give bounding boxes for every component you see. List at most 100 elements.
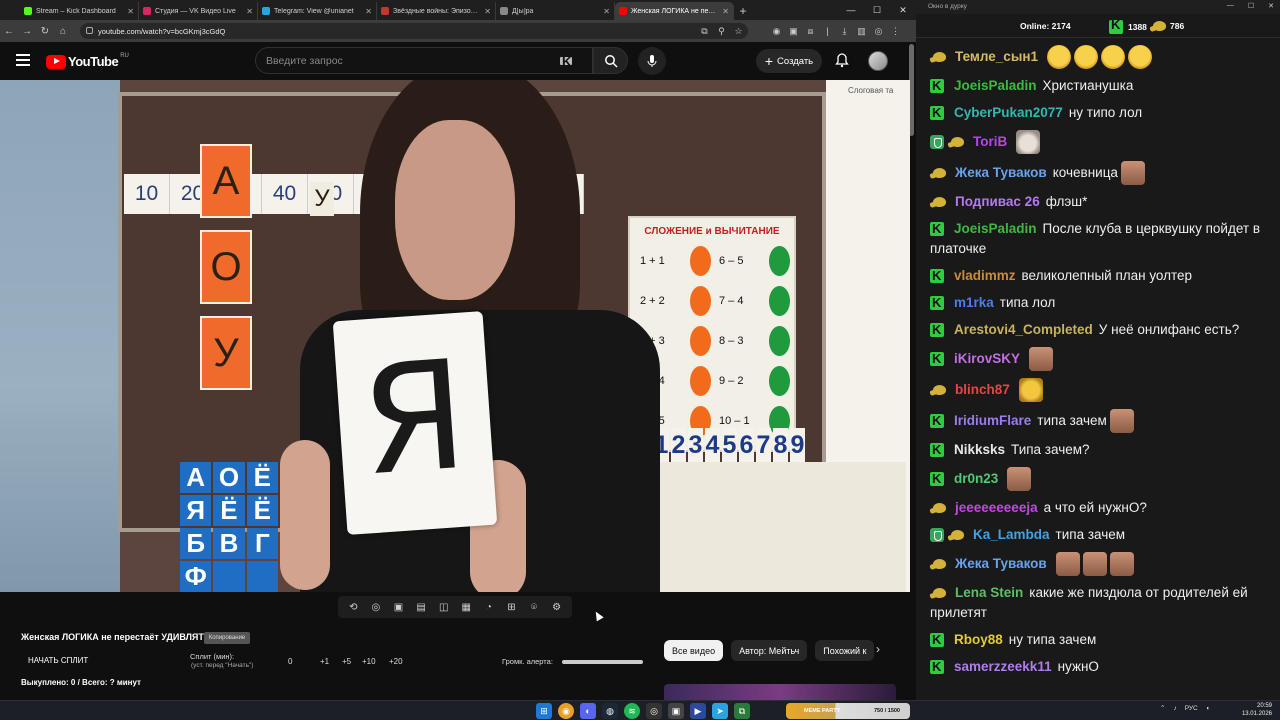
chat-message[interactable]: Жека Туваков — [926, 549, 1276, 580]
discord-icon[interactable]: ◐ — [580, 703, 596, 719]
keyboard-icon[interactable] — [560, 54, 572, 69]
media-player-icon[interactable]: ▶ — [690, 703, 706, 719]
chat-message[interactable]: Подпивас 26 флэш* — [926, 189, 1276, 216]
chat-username[interactable]: m1rka — [954, 293, 994, 313]
language-indicator[interactable]: РУС — [1185, 705, 1198, 712]
add-icon[interactable]: ⊞ — [503, 602, 519, 613]
chat-username[interactable]: blinch87 — [955, 380, 1010, 400]
chat-username[interactable]: JoeisPaladin — [954, 76, 1037, 96]
zoom-icon[interactable]: ⚲ — [713, 26, 730, 37]
search-button[interactable] — [593, 47, 628, 74]
telegram-icon[interactable]: ➤ — [712, 703, 728, 719]
chat-message[interactable]: dr0n23 — [926, 464, 1276, 495]
chat-message[interactable]: jeeeeeeeeeja а что ей нужнО? — [926, 495, 1276, 522]
minimize-button[interactable]: — — [1227, 2, 1234, 10]
mini-player-icon[interactable]: ▦ — [458, 602, 474, 613]
chat-message[interactable]: ToriB — [926, 127, 1276, 158]
browser-tab[interactable]: Звёздные войны: Эпизод 3 – М…✕ — [377, 2, 496, 20]
settings-gear-icon[interactable]: ⚙ — [549, 602, 565, 613]
extensions-puzzle-icon[interactable]: ⧈ — [802, 26, 819, 37]
chat-message[interactable]: blinch87 — [926, 375, 1276, 406]
forward-icon[interactable]: → — [18, 26, 36, 37]
chat-message[interactable]: vladimmz великолепный план уолтер — [926, 263, 1276, 290]
notifications-bell-icon[interactable] — [834, 52, 850, 68]
screenshot-icon[interactable]: ⌾ — [526, 602, 542, 613]
browser-tab[interactable]: Stream – Kick Dashboard ✕ — [20, 2, 139, 20]
chat-username[interactable]: ToriB — [973, 132, 1007, 152]
alert-volume-slider[interactable] — [562, 660, 643, 664]
chat-username[interactable]: IridiumFlare — [954, 411, 1031, 431]
chat-username[interactable]: Ka_Lambda — [973, 525, 1050, 545]
steam-icon[interactable]: ◍ — [602, 703, 618, 719]
chat-username[interactable]: Темле_сын1 — [955, 47, 1038, 67]
cast-icon[interactable]: ⧉ — [696, 26, 713, 37]
maximize-button[interactable]: ☐ — [864, 0, 890, 20]
split-increment-button[interactable]: +10 — [362, 657, 376, 666]
menu-kebab-icon[interactable]: ⋮ — [887, 26, 904, 37]
downloads-icon[interactable]: ⤓ — [836, 26, 853, 37]
chat-message[interactable]: Rboy88 ну типа зачем — [926, 627, 1276, 654]
loop-icon[interactable]: ⟲ — [345, 602, 361, 613]
home-icon[interactable]: ⌂ — [54, 26, 72, 37]
tab-close-icon[interactable]: ✕ — [365, 7, 372, 16]
chip-all-videos[interactable]: Все видео — [664, 640, 724, 661]
chat-username[interactable]: Arestovi4_Completed — [954, 320, 1093, 340]
chat-username[interactable]: samerzzeekk11 — [954, 657, 1052, 677]
mic-icon[interactable]: ♪ — [1173, 705, 1176, 712]
copy-badge[interactable]: Копирование — [204, 632, 250, 644]
tab-close-icon[interactable]: ✕ — [603, 7, 610, 16]
chip-author[interactable]: Автор: Мейтьч — [731, 640, 808, 661]
close-button[interactable]: ✕ — [1268, 2, 1274, 10]
browser-tab[interactable]: Студия — VK Видео Live ✕ — [139, 2, 258, 20]
speed-icon[interactable]: ◔ — [481, 602, 497, 613]
chat-username[interactable]: Lena Stein — [955, 585, 1023, 600]
profile-icon[interactable]: ◎ — [870, 26, 887, 37]
browser-tab[interactable]: Telegram: View @unianet ✕ — [258, 2, 377, 20]
obs-icon[interactable]: ◎ — [646, 703, 662, 719]
close-button[interactable]: ✕ — [890, 0, 916, 20]
chat-message-list[interactable]: Темле_сын1 JoeisPaladin Христианушка CyberP… — [926, 42, 1276, 681]
split-increment-button[interactable]: +5 — [342, 657, 351, 666]
audio-icon[interactable]: ◎ — [368, 602, 384, 613]
volume-icon[interactable]: ◖ — [1206, 705, 1210, 712]
search-input[interactable]: Введите запрос — [255, 47, 593, 74]
minimize-button[interactable]: — — [838, 0, 864, 20]
clock[interactable]: 20:59 13.01.2026 — [1236, 702, 1272, 718]
spotify-icon[interactable]: ≋ — [624, 703, 640, 719]
chrome-icon[interactable]: ◉ — [558, 703, 574, 719]
pip-icon[interactable]: ◫ — [436, 602, 452, 613]
chat-message[interactable]: JoeisPaladinПосле клуба в церквушку пойд… — [926, 216, 1276, 263]
chat-message[interactable]: iKirovSKY — [926, 344, 1276, 375]
chat-username[interactable]: Жека Туваков — [955, 554, 1047, 574]
chat-message[interactable]: m1rka типа лол — [926, 290, 1276, 317]
split-increment-button[interactable]: +20 — [389, 657, 403, 666]
chat-message[interactable]: Nikksks Типа зачем? — [926, 437, 1276, 464]
chat-username[interactable]: Nikksks — [954, 440, 1005, 460]
extension-icon[interactable]: ▣ — [785, 26, 802, 37]
chat-message[interactable]: JoeisPaladin Христианушка — [926, 73, 1276, 100]
chat-message[interactable]: Arestovi4_Completed У неё онлифанс есть? — [926, 317, 1276, 344]
bookmark-star-icon[interactable]: ☆ — [730, 26, 747, 37]
tray-chevron-icon[interactable]: ⌃ — [1160, 704, 1165, 712]
split-increment-button[interactable]: +1 — [320, 657, 329, 666]
site-info-icon[interactable] — [86, 27, 93, 34]
theater-icon[interactable]: ▣ — [390, 602, 406, 613]
chat-message[interactable]: Ka_Lambda типа зачем — [926, 522, 1276, 549]
video-player[interactable]: 10203040508090100 А О У У СЛОЖЕНИЕ и ВЫЧ… — [0, 80, 910, 592]
chip-similar[interactable]: Похожий к — [815, 640, 875, 661]
extension-icon[interactable]: ◉ — [768, 26, 785, 37]
create-button[interactable]: + Создать — [756, 49, 822, 73]
reload-icon[interactable]: ↻ — [36, 26, 54, 37]
tab-close-icon[interactable]: ✕ — [722, 7, 729, 16]
url-bar[interactable]: youtube.com/watch?v=bcGKmj3cGdQ — [80, 23, 748, 39]
chat-message[interactable]: samerzzeekk11 нужнО — [926, 654, 1276, 681]
start-split-button[interactable]: НАЧАТЬ СПЛИТ — [28, 656, 88, 665]
chat-username[interactable]: Подпивас 26 — [955, 192, 1040, 212]
youtube-logo[interactable]: YouTube RU — [46, 53, 129, 69]
related-video-thumbnail[interactable] — [664, 684, 896, 700]
chat-username[interactable]: jeeeeeeeeeja — [955, 498, 1038, 518]
chat-message[interactable]: Жека Туваков кочевница — [926, 158, 1276, 189]
tab-close-icon[interactable]: ✕ — [484, 7, 491, 16]
chat-username[interactable]: Rboy88 — [954, 630, 1003, 650]
chat-username[interactable]: iKirovSKY — [954, 349, 1020, 369]
